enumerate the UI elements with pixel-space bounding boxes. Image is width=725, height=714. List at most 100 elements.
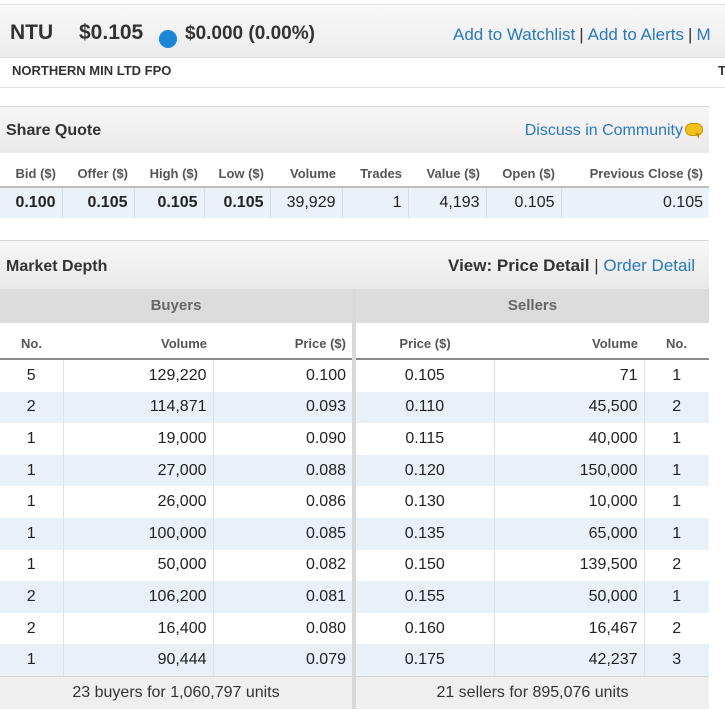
buyer-price: 0.085 [213,517,352,550]
action-separator: | [579,25,584,44]
seller-price: 0.115 [356,423,495,455]
seller-price: 0.130 [356,486,495,518]
seller-price: 0.150 [356,549,495,582]
seller-count: 3 [644,644,709,676]
col-open: Open ($) [486,160,561,188]
buyer-price: 0.086 [213,486,352,518]
col-bid: Bid ($) [0,160,62,188]
col-low: Low ($) [204,160,270,188]
buyer-row: 1 19,000 0.090 [0,423,352,455]
col-offer: Offer ($) [62,160,134,188]
sellers-table: Price ($) Volume No. 0.105 71 1 0.110 45,500… [356,328,709,676]
buyer-price: 0.090 [213,423,352,455]
seller-price: 0.175 [356,644,495,676]
seller-count: 1 [644,486,709,518]
seller-row: 0.110 45,500 2 [356,391,709,424]
chat-bubble-icon[interactable] [685,123,703,139]
seller-row: 0.115 40,000 1 [356,423,709,455]
sellers-col-no: No. [644,328,709,360]
volume-value: 39,929 [270,187,343,218]
buyer-count: 2 [0,612,64,645]
view-price-detail[interactable]: Price Detail [497,256,590,275]
share-quote-header: Share Quote Discuss in Community [0,106,709,153]
stock-price: $0.105 [79,21,144,44]
market-depth-title: Market Depth [6,258,108,275]
buyer-volume: 106,200 [63,581,214,613]
seller-volume: 50,000 [494,581,645,613]
seller-volume: 45,500 [494,391,645,424]
seller-count: 1 [644,517,709,550]
buyer-count: 2 [0,391,64,424]
seller-price: 0.155 [356,581,495,613]
buyer-volume: 100,000 [63,517,214,550]
seller-price: 0.110 [356,391,495,424]
buyer-row: 2 106,200 0.081 [0,581,352,613]
view-separator: | [594,256,604,275]
buyer-volume: 26,000 [63,486,214,518]
view-switcher: View: Price Detail | Order Detail [448,256,695,276]
col-high: High ($) [134,160,204,188]
seller-count: 1 [644,454,709,487]
buyer-count: 1 [0,454,64,487]
previous-close-value: 0.105 [561,187,709,218]
seller-count: 1 [644,359,709,392]
col-previous-close: Previous Close ($) [561,160,709,188]
company-bar: NORTHERN MIN LTD FPO T [0,57,725,88]
buyer-volume: 16,400 [63,612,214,645]
more-action-link[interactable]: M [696,25,710,44]
discuss-in-community-link[interactable]: Discuss in Community [525,122,683,140]
buyers-table: No. Volume Price ($) 5 129,220 0.100 2 114,8… [0,328,352,676]
seller-row: 0.155 50,000 1 [356,581,709,613]
add-to-watchlist-link[interactable]: Add to Watchlist [453,25,575,44]
share-quote-title: Share Quote [6,122,102,139]
view-label: View: [448,256,493,275]
buyer-price: 0.088 [213,454,352,487]
buyer-price: 0.081 [213,581,352,613]
sellers-heading: Sellers [356,289,709,323]
seller-count: 1 [644,423,709,455]
buyer-row: 1 100,000 0.085 [0,517,352,550]
offer-value: 0.105 [62,187,135,218]
buyer-count: 2 [0,581,64,613]
bid-value: 0.100 [0,187,63,218]
seller-price: 0.160 [356,612,495,645]
status-dot-icon [159,30,177,48]
buyer-row: 1 50,000 0.082 [0,549,352,582]
quote-row: 0.100 0.105 0.105 0.105 39,929 1 4,193 0… [0,187,709,218]
high-value: 0.105 [134,187,205,218]
seller-volume: 71 [494,359,645,392]
buyers-col-volume: Volume [63,328,213,360]
buyer-count: 1 [0,423,64,455]
buyer-count: 1 [0,644,64,676]
buyer-row: 2 16,400 0.080 [0,612,352,645]
seller-price: 0.105 [356,359,495,392]
add-to-alerts-link[interactable]: Add to Alerts [588,25,684,44]
buyer-row: 5 129,220 0.100 [0,359,352,392]
seller-price: 0.120 [356,454,495,487]
seller-row: 0.160 16,467 2 [356,612,709,645]
company-name: NORTHERN MIN LTD FPO [12,63,172,78]
market-depth-header: Market Depth View: Price Detail | Order … [0,240,709,289]
buyer-volume: 90,444 [63,644,214,676]
buyer-volume: 27,000 [63,454,214,487]
buyer-price: 0.080 [213,612,352,645]
seller-count: 2 [644,612,709,645]
truncated-label: T [718,63,725,78]
seller-price: 0.135 [356,517,495,550]
seller-count: 1 [644,581,709,613]
seller-row: 0.175 42,237 3 [356,644,709,676]
buyer-volume: 114,871 [63,391,214,424]
seller-volume: 10,000 [494,486,645,518]
seller-count: 2 [644,391,709,424]
col-value: Value ($) [408,160,486,188]
buyers-total: 23 buyers for 1,060,797 units [0,676,352,709]
sellers-total: 21 sellers for 895,076 units [356,676,709,709]
view-order-detail-link[interactable]: Order Detail [603,256,695,275]
seller-row: 0.135 65,000 1 [356,517,709,550]
buyers-col-no: No. [0,328,63,360]
seller-row: 0.150 139,500 2 [356,549,709,582]
seller-row: 0.105 71 1 [356,359,709,392]
buyer-volume: 129,220 [63,359,214,392]
seller-volume: 139,500 [494,549,645,582]
sellers-col-price: Price ($) [356,328,494,360]
